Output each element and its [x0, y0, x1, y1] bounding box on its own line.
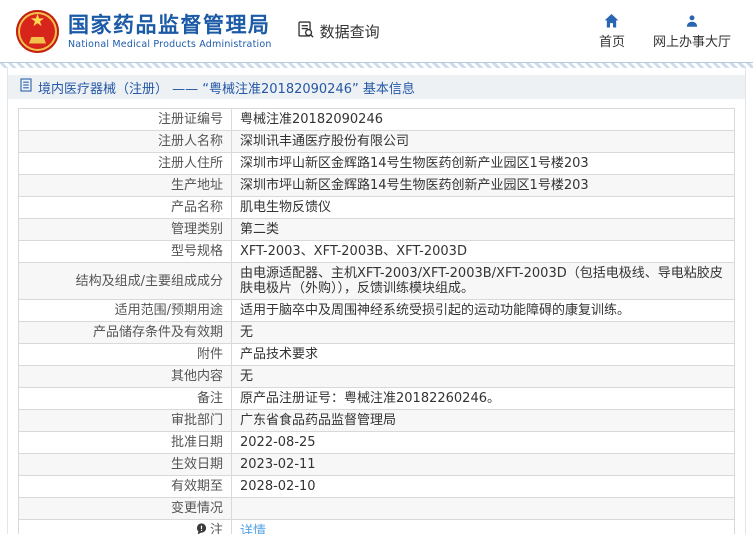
row-value: 产品技术要求 [232, 344, 735, 366]
table-row: 其他内容无 [19, 366, 735, 388]
table-row: 注册人名称深圳讯丰通医疗股份有限公司 [19, 131, 735, 153]
row-value: 广东省食品药品监督管理局 [232, 410, 735, 432]
page: ★ 国家药品监督管理局 National Medical Products Ad… [0, 0, 753, 534]
row-label: 审批部门 [19, 410, 232, 432]
document-icon [20, 78, 32, 96]
row-label: 注册人住所 [19, 153, 232, 175]
table-row: 管理类别第二类 [19, 219, 735, 241]
user-icon [685, 13, 699, 28]
table-row: 适用范围/预期用途适用于脑卒中及周围神经系统受损引起的运动功能障碍的康复训练。 [19, 300, 735, 322]
table-row: 备注原产品注册证号：粤械注准20182260246。 [19, 388, 735, 410]
table-row: 结构及组成/主要组成成分由电源适配器、主机XFT-2003/XFT-2003B/… [19, 263, 735, 300]
nav-item-home[interactable]: 首页 [599, 13, 625, 50]
row-label: 批准日期 [19, 432, 232, 454]
detail-link[interactable]: 详情 [240, 524, 266, 534]
row-value: 深圳市坪山新区金辉路14号生物医药创新产业园区1号楼203 [232, 175, 735, 197]
row-label: 生效日期 [19, 454, 232, 476]
table-row: 生产地址深圳市坪山新区金辉路14号生物医药创新产业园区1号楼203 [19, 175, 735, 197]
data-query-button[interactable]: 数据查询 [296, 20, 380, 43]
row-label: 适用范围/预期用途 [19, 300, 232, 322]
table-row: 附件产品技术要求 [19, 344, 735, 366]
row-label: 变更情况 [19, 498, 232, 520]
info-table: 注册证编号粤械注准20182090246注册人名称深圳讯丰通医疗股份有限公司注册… [18, 108, 735, 534]
table-row: 型号规格XFT-2003、XFT-2003B、XFT-2003D [19, 241, 735, 263]
row-value: 第二类 [232, 219, 735, 241]
row-value: 由电源适配器、主机XFT-2003/XFT-2003B/XFT-2003D（包括… [232, 263, 735, 300]
brand: ★ 国家药品监督管理局 National Medical Products Ad… [16, 10, 272, 53]
brand-text: 国家药品监督管理局 National Medical Products Admi… [68, 13, 272, 50]
row-value: 无 [232, 322, 735, 344]
nav-home-label: 首页 [599, 31, 625, 50]
site-header: ★ 国家药品监督管理局 National Medical Products Ad… [0, 0, 753, 62]
row-label: 管理类别 [19, 219, 232, 241]
row-label: 有效期至 [19, 476, 232, 498]
row-label: 注册人名称 [19, 131, 232, 153]
row-label: 产品名称 [19, 197, 232, 219]
row-value: 2028-02-10 [232, 476, 735, 498]
note-balloon-icon [196, 523, 207, 534]
header-nav: 首页 网上办事大厅 [599, 13, 737, 50]
row-label: 型号规格 [19, 241, 232, 263]
row-value: 深圳讯丰通医疗股份有限公司 [232, 131, 735, 153]
info-table-wrap: 注册证编号粤械注准20182090246注册人名称深圳讯丰通医疗股份有限公司注册… [18, 108, 735, 534]
row-value: 深圳市坪山新区金辉路14号生物医药创新产业园区1号楼203 [232, 153, 735, 175]
nav-item-service-hall[interactable]: 网上办事大厅 [653, 13, 731, 50]
row-label: 产品储存条件及有效期 [19, 322, 232, 344]
row-label: 结构及组成/主要组成成分 [19, 263, 232, 300]
row-value: 原产品注册证号：粤械注准20182260246。 [232, 388, 735, 410]
row-value: 详情 [232, 520, 735, 534]
row-label: 生产地址 [19, 175, 232, 197]
nav-service-hall-label: 网上办事大厅 [653, 31, 731, 50]
table-row: 审批部门广东省食品药品监督管理局 [19, 410, 735, 432]
data-query-icon [296, 20, 315, 43]
row-value: 2023-02-11 [232, 454, 735, 476]
row-value: 粤械注准20182090246 [232, 109, 735, 131]
row-value: 适用于脑卒中及周围神经系统受损引起的运动功能障碍的康复训练。 [232, 300, 735, 322]
row-value: XFT-2003、XFT-2003B、XFT-2003D [232, 241, 735, 263]
table-row: 产品储存条件及有效期无 [19, 322, 735, 344]
table-row: 有效期至2028-02-10 [19, 476, 735, 498]
row-label: 其他内容 [19, 366, 232, 388]
national-emblem-logo: ★ [16, 10, 59, 53]
row-label: 附件 [19, 344, 232, 366]
row-value: 无 [232, 366, 735, 388]
table-row: 变更情况 [19, 498, 735, 520]
row-label: 注 [19, 520, 232, 534]
page-title: 境内医疗器械（注册） —— “粤械注准20182090246” 基本信息 [38, 78, 415, 97]
org-name-en: National Medical Products Administration [68, 39, 272, 50]
info-table-body: 注册证编号粤械注准20182090246注册人名称深圳讯丰通医疗股份有限公司注册… [19, 109, 735, 534]
home-icon [604, 13, 619, 28]
table-row: 生效日期2023-02-11 [19, 454, 735, 476]
table-row: 注册证编号粤械注准20182090246 [19, 109, 735, 131]
data-query-label: 数据查询 [320, 21, 380, 42]
page-title-bar: 境内医疗器械（注册） —— “粤械注准20182090246” 基本信息 [8, 75, 745, 99]
table-row: 批准日期2022-08-25 [19, 432, 735, 454]
content-panel: 境内医疗器械（注册） —— “粤械注准20182090246” 基本信息 注册证… [7, 68, 746, 534]
org-name-cn: 国家药品监督管理局 [68, 13, 272, 37]
emblem-star-icon: ★ [16, 13, 59, 30]
row-value [232, 498, 735, 520]
table-row: 注详情 [19, 520, 735, 534]
row-label: 备注 [19, 388, 232, 410]
table-row: 注册人住所深圳市坪山新区金辉路14号生物医药创新产业园区1号楼203 [19, 153, 735, 175]
row-value: 肌电生物反馈仪 [232, 197, 735, 219]
table-row: 产品名称肌电生物反馈仪 [19, 197, 735, 219]
row-label: 注册证编号 [19, 109, 232, 131]
row-value: 2022-08-25 [232, 432, 735, 454]
